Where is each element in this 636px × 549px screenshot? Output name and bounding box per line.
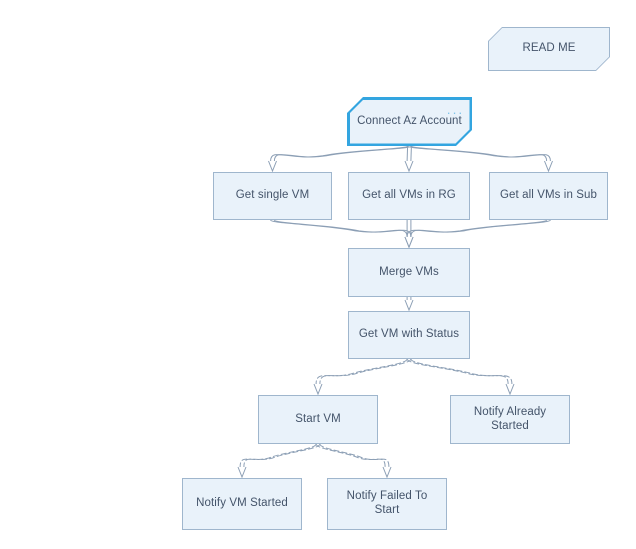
node-read-me[interactable]: READ ME bbox=[488, 27, 610, 71]
node-label: Notify VM Started bbox=[196, 497, 288, 510]
node-notify-failed-to-start[interactable]: Notify Failed To Start bbox=[327, 478, 447, 530]
connector-line bbox=[270, 219, 408, 238]
node-label: Get single VM bbox=[235, 189, 310, 202]
connector-start-vm-to-notify-failed-to-start bbox=[315, 443, 392, 479]
node-label: Start VM bbox=[295, 412, 341, 425]
more-options-icon[interactable]: ··· bbox=[447, 106, 465, 119]
connector-get-single-vm-to-merge-vms bbox=[270, 219, 414, 249]
connector-line bbox=[315, 443, 386, 468]
connector-get-all-vms-in-rg-to-merge-vms bbox=[404, 219, 414, 249]
node-label: Notify Failed To Start bbox=[346, 490, 428, 516]
flowchart-canvas: READ ME Connect Az Account ··· Get single V… bbox=[0, 0, 636, 549]
node-get-single-vm[interactable]: Get single VM bbox=[213, 172, 332, 220]
connector-line bbox=[270, 145, 409, 162]
connector-line bbox=[407, 145, 548, 162]
connector-line bbox=[243, 443, 321, 468]
connector-line bbox=[319, 358, 412, 385]
connector-connect-az-account-to-get-single-vm bbox=[268, 145, 412, 173]
node-get-all-vms-in-sub[interactable]: Get all VMs in Sub bbox=[489, 172, 608, 220]
node-notify-already-started[interactable]: Notify Already Started bbox=[450, 395, 570, 444]
node-label: Get all VMs in Sub bbox=[499, 189, 598, 202]
connector-arrowhead bbox=[404, 299, 414, 312]
connector-arrowhead bbox=[237, 466, 247, 479]
connector-get-vm-with-status-to-notify-already-started bbox=[406, 358, 515, 396]
connector-merge-vms-to-get-vm-with-status bbox=[404, 296, 414, 312]
node-connect-az-account[interactable]: Connect Az Account ··· bbox=[347, 97, 472, 146]
connector-arrowhead bbox=[404, 236, 414, 249]
node-label: Get all VMs in RG bbox=[362, 189, 456, 202]
connector-arrowhead bbox=[382, 466, 392, 479]
connector-line bbox=[273, 145, 412, 162]
node-label: READ ME bbox=[522, 42, 576, 55]
connector-line bbox=[239, 443, 317, 468]
connector-line bbox=[410, 145, 551, 162]
connector-arrowhead bbox=[544, 160, 553, 173]
node-label: Merge VMs bbox=[379, 265, 439, 278]
connector-arrowhead bbox=[313, 383, 323, 396]
connector-line bbox=[410, 358, 513, 385]
connector-line bbox=[319, 443, 390, 468]
node-notify-vm-started[interactable]: Notify VM Started bbox=[182, 478, 302, 530]
connector-line bbox=[273, 219, 412, 238]
connector-arrowhead bbox=[404, 236, 414, 249]
connector-start-vm-to-notify-vm-started bbox=[237, 443, 321, 479]
connector-layer bbox=[237, 145, 553, 479]
connector-get-all-vms-in-sub-to-merge-vms bbox=[404, 219, 551, 249]
connector-line bbox=[410, 145, 412, 162]
connector-line bbox=[406, 358, 509, 385]
node-label: Notify Already Started bbox=[473, 405, 547, 432]
connector-line bbox=[406, 219, 548, 238]
connector-connect-az-account-to-get-all-vms-in-sub bbox=[407, 145, 553, 173]
connector-arrowhead bbox=[505, 383, 515, 396]
node-label: Get VM with Status bbox=[358, 328, 460, 341]
node-start-vm[interactable]: Start VM bbox=[258, 395, 378, 444]
node-merge-vms[interactable]: Merge VMs bbox=[348, 248, 470, 297]
connector-connect-az-account-to-get-all-vms-in-rg bbox=[404, 145, 414, 173]
connector-line bbox=[410, 219, 551, 238]
connector-arrowhead bbox=[268, 160, 277, 173]
connector-line bbox=[315, 358, 408, 385]
node-get-all-vms-in-rg[interactable]: Get all VMs in RG bbox=[348, 172, 470, 220]
connector-line bbox=[406, 145, 409, 162]
node-get-vm-with-status[interactable]: Get VM with Status bbox=[348, 311, 470, 359]
connector-arrowhead bbox=[404, 236, 414, 249]
connector-arrowhead bbox=[404, 160, 414, 173]
connector-get-vm-with-status-to-start-vm bbox=[313, 358, 412, 396]
